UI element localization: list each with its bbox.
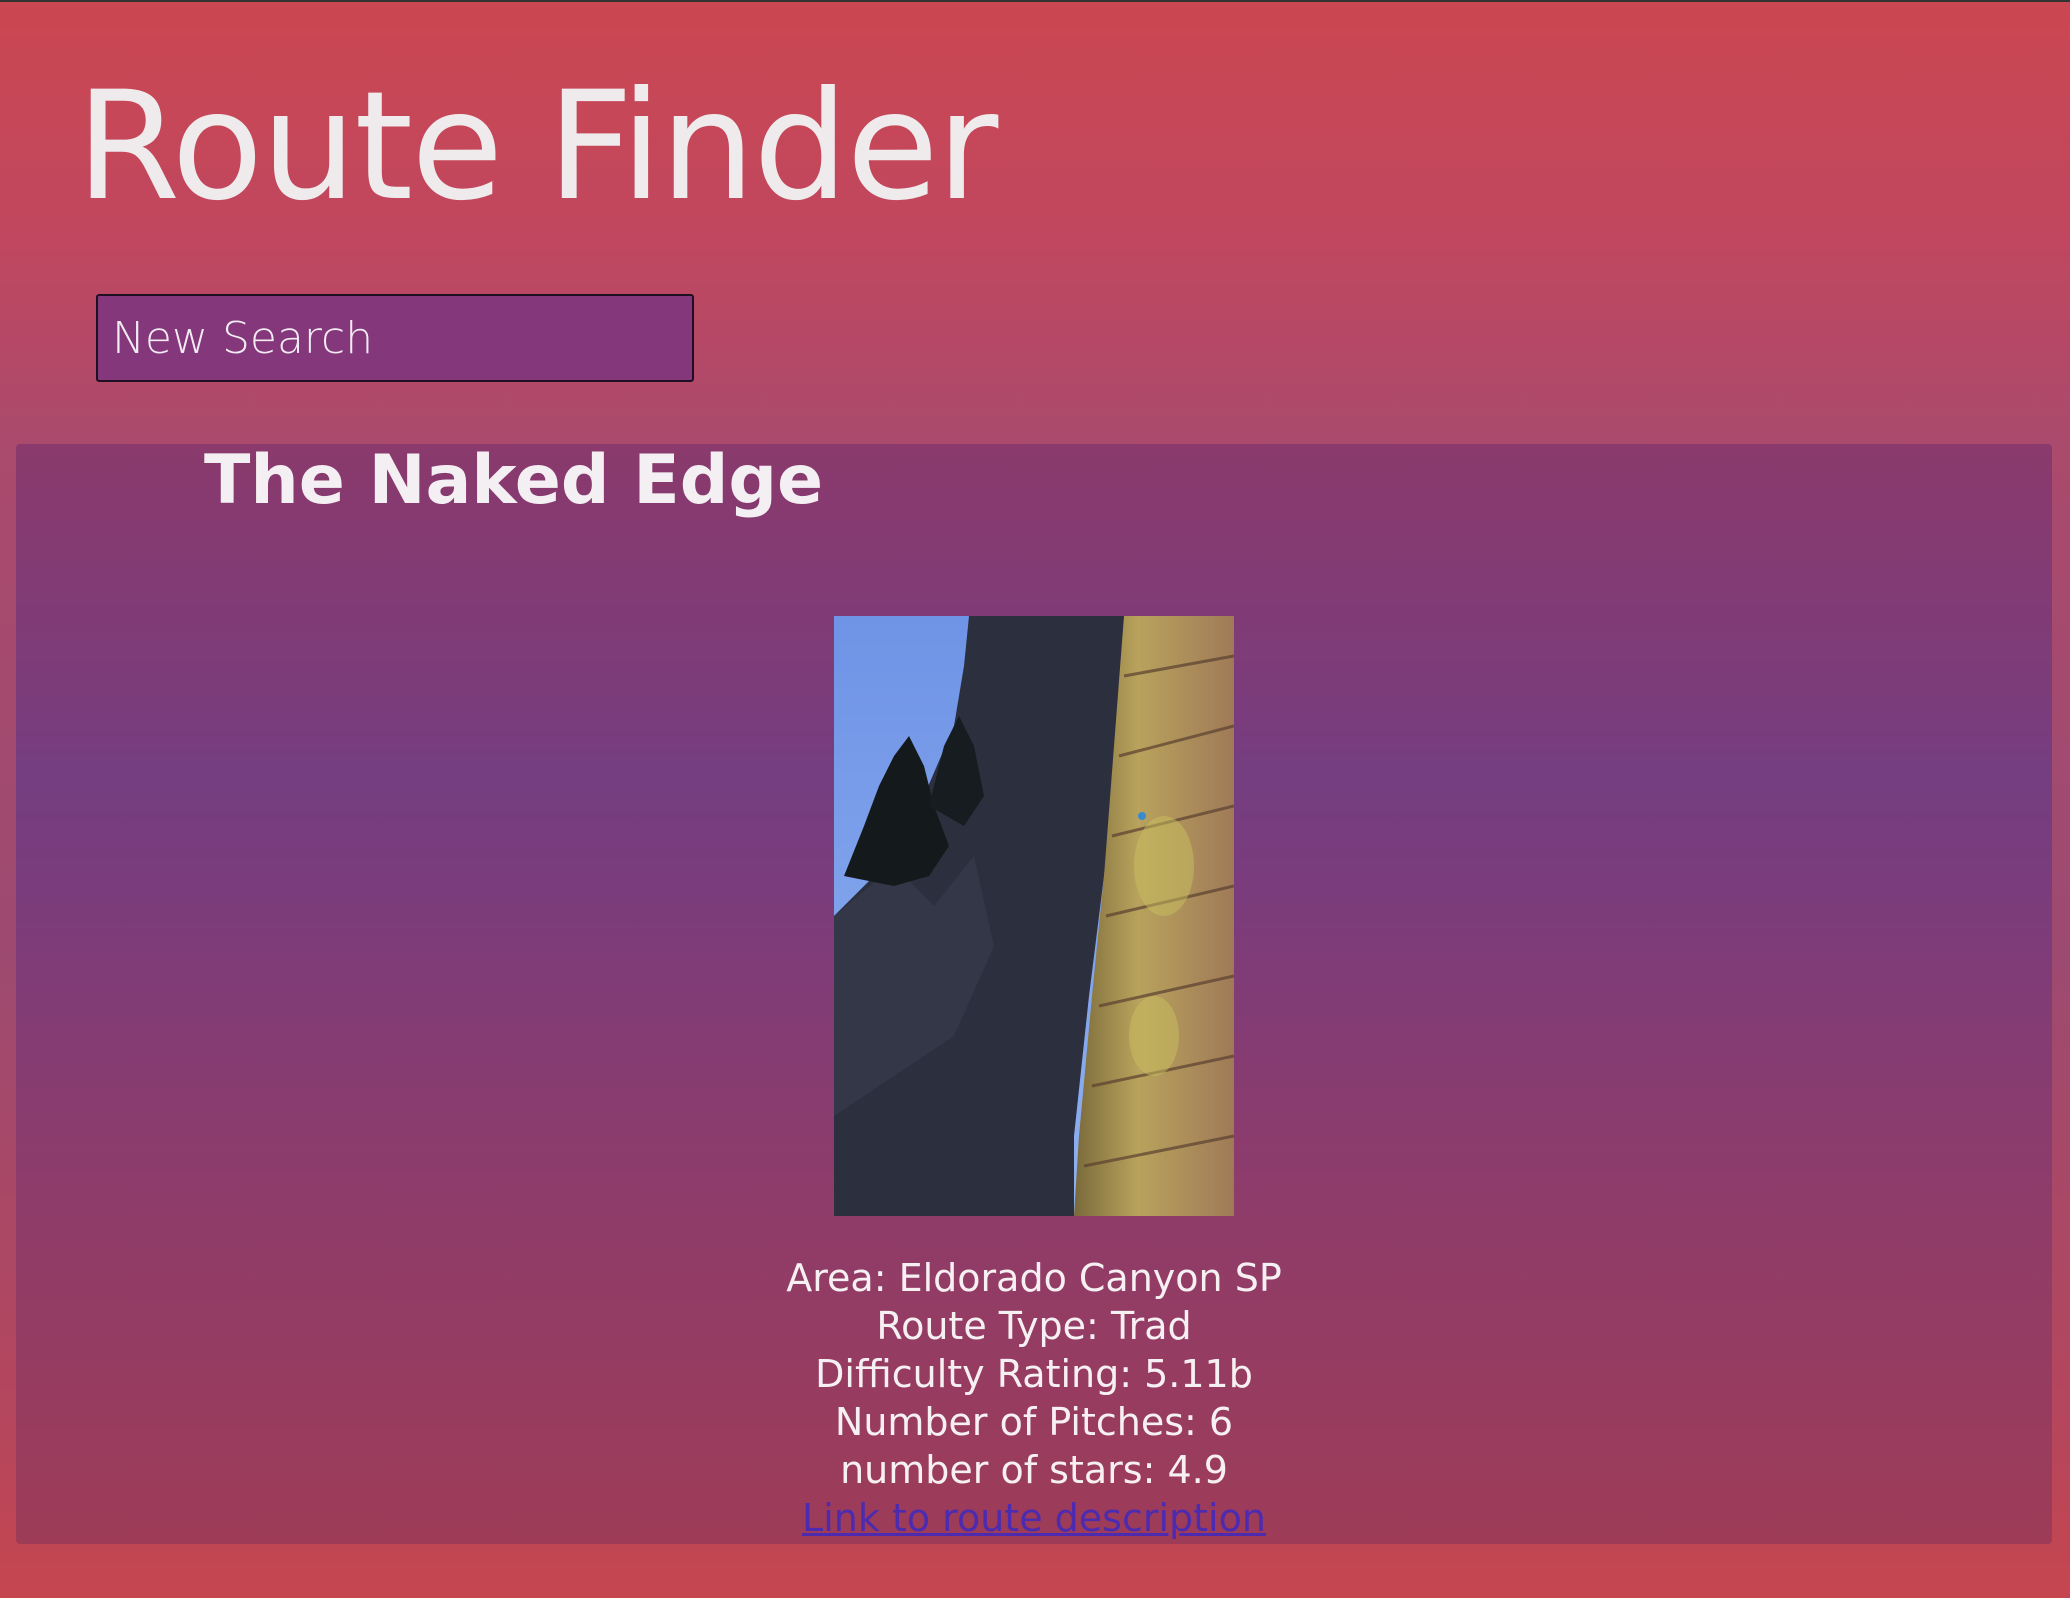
- route-name: The Naked Edge: [204, 441, 824, 520]
- route-pitches: Number of Pitches: 6: [834, 1400, 1234, 1444]
- app-title: Route Finder: [76, 60, 998, 234]
- route-description-link[interactable]: Link to route description: [802, 1496, 1266, 1540]
- window-top-border: [0, 0, 2070, 2]
- route-details: Area: Eldorado Canyon SP Route Type: Tra…: [16, 1254, 2052, 1542]
- route-area: Area: Eldorado Canyon SP: [786, 1256, 1282, 1300]
- route-type: Route Type: Trad: [876, 1304, 1192, 1348]
- route-difficulty: Difficulty Rating: 5.11b: [815, 1352, 1253, 1396]
- route-photo: [834, 616, 1234, 1216]
- route-stars: number of stars: 4.9: [840, 1448, 1228, 1492]
- search-input[interactable]: [96, 294, 694, 382]
